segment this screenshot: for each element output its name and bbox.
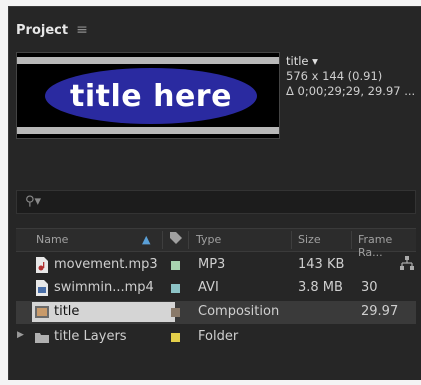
preview-info: title ▾ 576 x 144 (0.91) Δ 0;00;29;29, 2…	[286, 54, 415, 99]
project-item-row[interactable]: swimmin...mp4 AVI 3.8 MB 30	[16, 277, 416, 300]
label-color-swatch[interactable]	[171, 308, 180, 317]
expand-arrow-icon[interactable]: ▶	[17, 330, 24, 340]
preview-item-name[interactable]: title ▾	[286, 54, 415, 69]
item-type: MP3	[198, 257, 226, 272]
thumbnail-oval: title here	[45, 68, 257, 124]
label-tag-icon[interactable]	[169, 231, 183, 248]
item-frame-rate: 30	[361, 280, 378, 295]
column-header-row: Name ▲ Type Size Frame Ra...	[16, 228, 416, 259]
column-divider[interactable]	[351, 231, 352, 249]
label-color-swatch[interactable]	[171, 284, 180, 293]
item-name[interactable]: title	[54, 304, 79, 319]
column-name[interactable]: Name	[36, 233, 68, 246]
item-type: Folder	[198, 329, 239, 344]
project-item-row[interactable]: movement.mp3 MP3 143 KB	[16, 254, 416, 277]
item-name: movement.mp3	[54, 257, 158, 272]
column-divider[interactable]	[291, 231, 292, 249]
thumbnail-bottom-bar	[17, 127, 279, 134]
flowchart-icon[interactable]	[400, 256, 414, 273]
audio-file-icon	[36, 257, 48, 273]
item-size: 3.8 MB	[298, 280, 343, 295]
column-divider[interactable]	[162, 231, 163, 249]
video-file-icon	[36, 280, 48, 296]
column-size[interactable]: Size	[298, 233, 321, 246]
preview-dimensions: 576 x 144 (0.91)	[286, 69, 383, 83]
item-frame-rate: 29.97	[361, 304, 399, 319]
column-type[interactable]: Type	[196, 233, 221, 246]
panel-header: Project ≡	[16, 20, 88, 40]
preview-thumbnail: title here	[16, 52, 280, 139]
item-name: swimmin...mp4	[54, 280, 154, 295]
item-type: AVI	[198, 280, 219, 295]
sort-ascending-icon[interactable]: ▲	[142, 233, 150, 246]
item-size: 143 KB	[298, 257, 345, 272]
item-type: Composition	[198, 304, 280, 319]
search-field[interactable]: ⚲▾	[16, 190, 416, 214]
search-icon[interactable]: ⚲▾	[25, 194, 41, 209]
label-color-swatch[interactable]	[171, 333, 180, 342]
panel-title[interactable]: Project	[16, 23, 68, 38]
preview-duration: Δ 0;00;29;29, 29.97 ...	[286, 84, 416, 98]
column-divider[interactable]	[188, 231, 189, 249]
folder-icon	[35, 333, 49, 343]
thumbnail-top-bar	[17, 57, 279, 64]
project-item-row-selected[interactable]: title Composition 29.97	[16, 301, 416, 324]
composition-icon	[35, 306, 49, 318]
thumbnail-text: title here	[70, 78, 232, 114]
project-item-row[interactable]: ▶ title Layers Folder	[16, 326, 416, 349]
label-color-swatch[interactable]	[171, 261, 180, 270]
hamburger-menu-icon[interactable]: ≡	[76, 22, 88, 38]
item-name: title Layers	[54, 329, 127, 344]
